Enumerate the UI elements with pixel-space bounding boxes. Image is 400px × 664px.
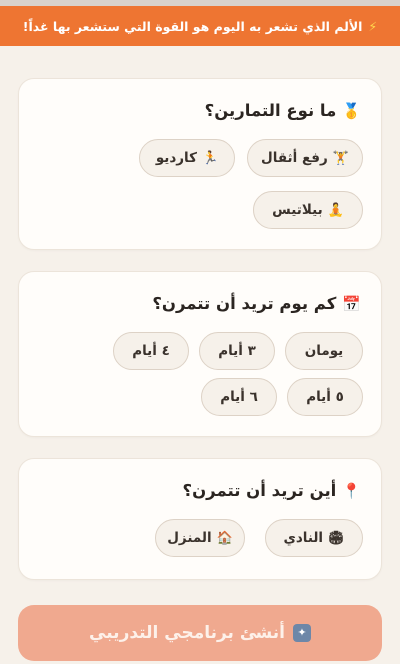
option-5-days[interactable]: ٥ أيام bbox=[287, 378, 363, 416]
option-pilates[interactable]: 🧘 بيلاتيس bbox=[253, 191, 363, 229]
exercise-type-title-text: ما نوع التمارين؟ bbox=[204, 101, 337, 120]
option-label: ٥ أيام bbox=[306, 389, 344, 405]
days-title: 📅 كم يوم تريد أن تتمرن؟ bbox=[152, 294, 361, 313]
days-card: 📅 كم يوم تريد أن تتمرن؟ يومان ٣ أيام ٤ أ… bbox=[18, 271, 382, 437]
option-label: كارديو bbox=[155, 150, 197, 166]
option-label: ٣ أيام bbox=[218, 343, 256, 359]
option-label: النادي bbox=[283, 530, 324, 546]
calendar-icon: 📅 bbox=[342, 294, 361, 313]
pin-icon: 📍 bbox=[342, 481, 361, 500]
banner-text: الألم الذي تشعر به اليوم هو القوة التي س… bbox=[22, 18, 363, 34]
option-label: بيلاتيس bbox=[272, 202, 323, 218]
exercise-type-title: 🥇 ما نوع التمارين؟ bbox=[205, 101, 361, 120]
yoga-icon: 🧘 bbox=[327, 202, 344, 218]
option-weightlifting[interactable]: 🏋 رفع أثقال bbox=[247, 139, 363, 177]
option-label: ٦ أيام bbox=[220, 389, 258, 405]
option-label: المنزل bbox=[167, 530, 212, 546]
option-label: ٤ أيام bbox=[132, 343, 170, 359]
create-program-button[interactable]: ✦ أنشئ برنامجي التدريبي bbox=[18, 605, 382, 661]
exercise-type-card: 🥇 ما نوع التمارين؟ 🏋 رفع أثقال 🏃 كارديو … bbox=[18, 78, 382, 250]
runner-icon: 🏃 bbox=[201, 150, 219, 166]
weightlifter-icon: 🏋 bbox=[332, 150, 349, 166]
stadium-icon: 🏟 bbox=[328, 530, 345, 546]
option-label: يومان bbox=[304, 343, 344, 359]
option-gym[interactable]: 🏟 النادي bbox=[265, 519, 363, 557]
location-title: 📍 أين تريد أن تتمرن؟ bbox=[183, 481, 361, 500]
location-card: 📍 أين تريد أن تتمرن؟ 🏟 النادي 🏠 المنزل bbox=[18, 458, 382, 580]
option-label: رفع أثقال bbox=[261, 150, 328, 166]
option-3-days[interactable]: ٣ أيام bbox=[199, 332, 275, 370]
motivation-banner: ⚡ الألم الذي تشعر به اليوم هو القوة التي… bbox=[0, 6, 400, 46]
lightning-icon: ⚡ bbox=[368, 18, 378, 34]
option-4-days[interactable]: ٤ أيام bbox=[113, 332, 189, 370]
option-home[interactable]: 🏠 المنزل bbox=[155, 519, 245, 557]
days-title-text: كم يوم تريد أن تتمرن؟ bbox=[152, 294, 337, 313]
location-title-text: أين تريد أن تتمرن؟ bbox=[182, 481, 337, 500]
stars-icon: ✦ bbox=[292, 624, 311, 642]
option-6-days[interactable]: ٦ أيام bbox=[201, 378, 277, 416]
medal-icon: 🥇 bbox=[342, 101, 361, 120]
option-2-days[interactable]: يومان bbox=[285, 332, 363, 370]
create-program-label: أنشئ برنامجي التدريبي bbox=[89, 623, 285, 643]
option-cardio[interactable]: 🏃 كارديو bbox=[139, 139, 235, 177]
house-icon: 🏠 bbox=[216, 530, 233, 546]
